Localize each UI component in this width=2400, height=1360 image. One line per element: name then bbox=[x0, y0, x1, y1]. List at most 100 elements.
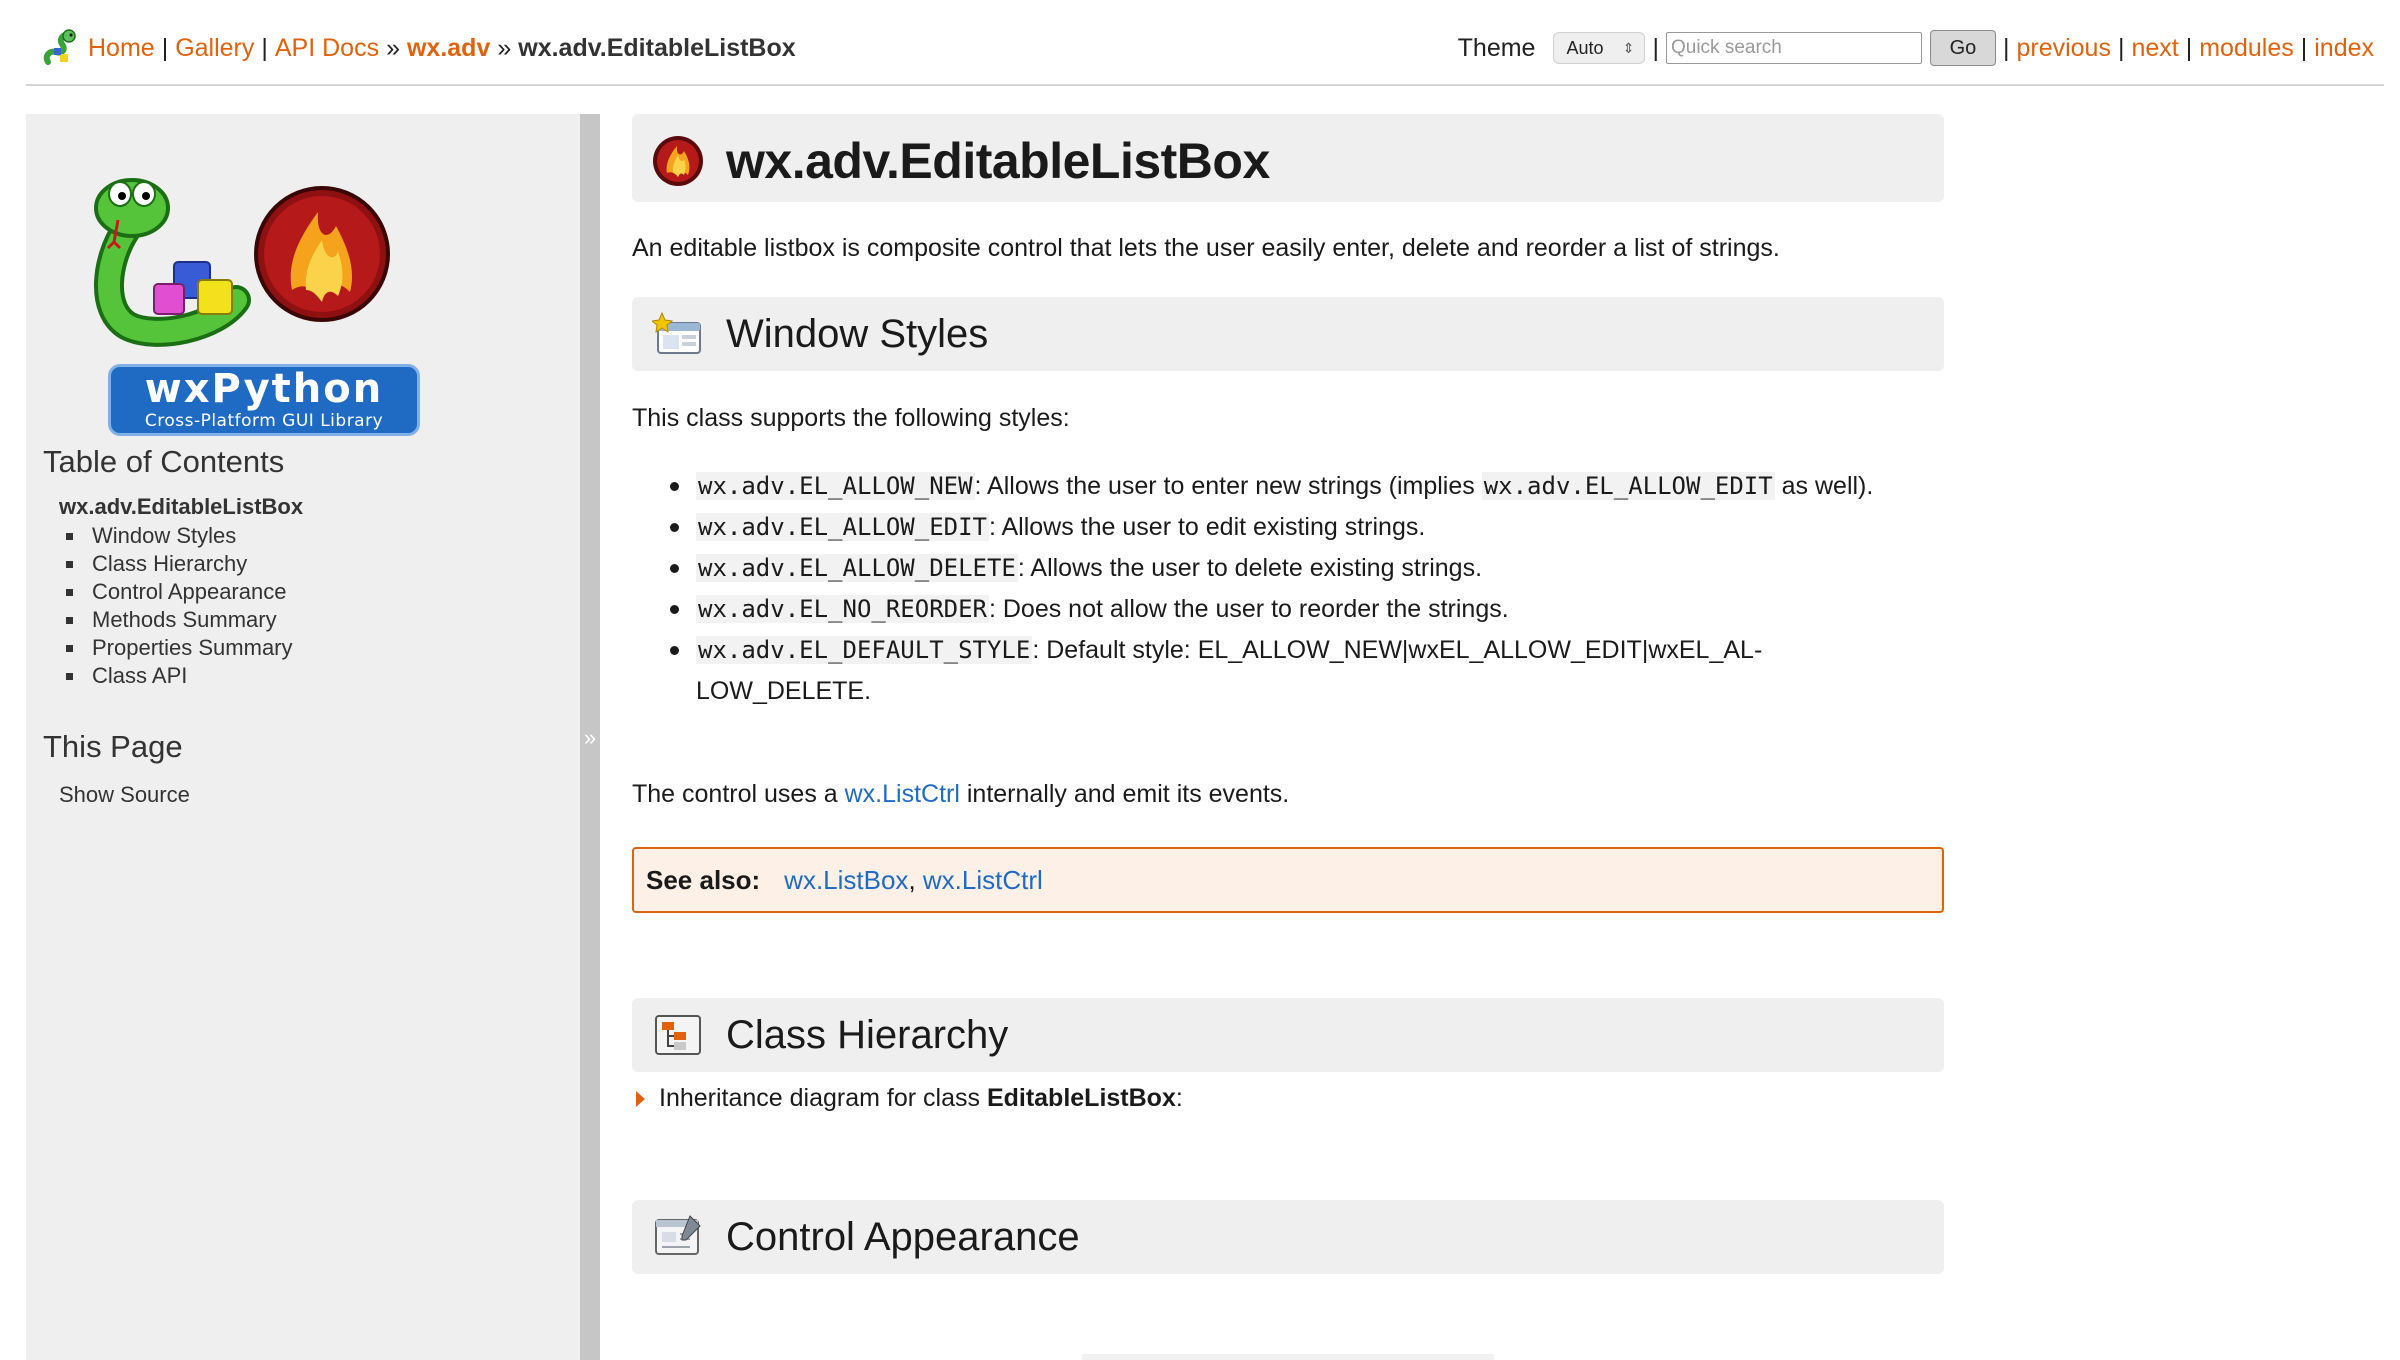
style-item: wx.adv.EL_ALLOW_EDIT: Allows the user to… bbox=[670, 507, 1910, 548]
bullet-icon bbox=[66, 672, 73, 680]
window-styles-icon bbox=[652, 311, 701, 354]
class-hierarchy-icon bbox=[655, 1015, 701, 1055]
wxpython-logo[interactable]: wxPython Cross-Platform GUI Library bbox=[66, 150, 420, 436]
breadcrumb-separator: » bbox=[386, 33, 400, 62]
toc-item-label: Window Styles bbox=[92, 523, 237, 548]
page-title-box: wx.adv.EditableListBox bbox=[632, 114, 1944, 202]
style-desc: : Allows the user to delete existing str… bbox=[1017, 554, 1483, 582]
wxpython-logo-badge: wxPython Cross-Platform GUI Library bbox=[108, 364, 420, 436]
theme-select-value: Auto bbox=[1566, 37, 1604, 58]
style-item: wx.adv.EL_NO_REORDER: Does not allow the… bbox=[670, 589, 1910, 630]
wxpython-snake-icon[interactable] bbox=[40, 28, 80, 68]
nav-separator: | bbox=[2300, 33, 2308, 62]
see-also-label: See also: bbox=[646, 864, 761, 895]
toc-item-class-api[interactable]: Class API bbox=[66, 662, 293, 690]
breadcrumb-separator: | bbox=[161, 33, 169, 62]
style-desc: : Does not allow the user to reorder the… bbox=[988, 595, 1509, 623]
logo-name: wxPython bbox=[144, 366, 384, 412]
see-also-box: See also: wx.ListBox, wx.ListCtrl bbox=[632, 847, 1944, 913]
select-updown-icon: ⇕ bbox=[1622, 39, 1635, 56]
wxpython-logo-art-icon bbox=[94, 178, 390, 347]
bullet-icon bbox=[66, 616, 73, 624]
section-class-hierarchy-header: Class Hierarchy bbox=[632, 998, 1944, 1072]
style-item: wx.adv.EL_DEFAULT_STYLE: Default style: … bbox=[670, 630, 1910, 712]
style-code: wx.adv.EL_NO_REORDER bbox=[696, 595, 989, 623]
toc-item-label: Methods Summary bbox=[92, 607, 277, 632]
top-navigation-bar: Home | Gallery | API Docs » wx.adv » wx.… bbox=[26, 0, 2384, 86]
section-heading: Window Styles bbox=[726, 312, 989, 356]
sidebar-collapse-handle[interactable]: » bbox=[580, 114, 600, 1360]
toc-item-methods-summary[interactable]: Methods Summary bbox=[66, 606, 293, 634]
bullet-icon bbox=[66, 588, 73, 596]
toc-item-window-styles[interactable]: Window Styles bbox=[66, 522, 293, 550]
this-page-heading: This Page bbox=[43, 729, 183, 764]
section-window-styles-header: Window Styles bbox=[632, 297, 1944, 371]
listctrl-link[interactable]: wx.ListCtrl bbox=[845, 780, 960, 808]
inheritance-diagram-toggle[interactable]: Inheritance diagram for class EditableLi… bbox=[636, 1084, 1183, 1113]
style-item: wx.adv.EL_ALLOW_DELETE: Allows the user … bbox=[670, 548, 1910, 589]
style-code: wx.adv.EL_ALLOW_EDIT bbox=[1481, 472, 1775, 500]
breadcrumb-separator: | bbox=[261, 33, 268, 62]
section-heading: Control Appearance bbox=[726, 1215, 1080, 1259]
nav-separator: | bbox=[2117, 33, 2125, 62]
quick-search-input[interactable] bbox=[1665, 32, 1922, 64]
toc-item-label: Class API bbox=[92, 663, 188, 688]
theme-label: Theme bbox=[1457, 33, 1536, 62]
nav-separator: | bbox=[2002, 33, 2010, 62]
toc-heading: Table of Contents bbox=[43, 444, 285, 479]
nav-separator: | bbox=[2185, 33, 2193, 62]
breadcrumb-home-link[interactable]: Home bbox=[88, 34, 155, 63]
inheritance-text: : bbox=[1175, 1084, 1183, 1112]
control-appearance-screenshot bbox=[1082, 1354, 1494, 1360]
section-heading: Class Hierarchy bbox=[726, 1013, 1009, 1057]
breadcrumb-module-link[interactable]: wx.adv bbox=[407, 34, 490, 63]
top-right-controls: Theme Auto ⇕ | Go | previous | next | mo… bbox=[1458, 28, 2374, 68]
inheritance-class-name: EditableListBox bbox=[986, 1084, 1176, 1112]
index-link[interactable]: index bbox=[2314, 34, 2374, 63]
see-also-comma: , bbox=[908, 864, 916, 895]
toc-item-label: Class Hierarchy bbox=[92, 551, 248, 576]
breadcrumb-separator: » bbox=[497, 33, 512, 62]
breadcrumb-current: wx.adv.EditableListBox bbox=[518, 33, 796, 62]
style-desc: : Allows the user to edit existing strin… bbox=[988, 513, 1426, 541]
style-desc: as well). bbox=[1774, 472, 1874, 500]
section-control-appearance-header: Control Appearance bbox=[632, 1200, 1944, 1274]
toc-list: Window Styles Class Hierarchy Control Ap… bbox=[66, 522, 293, 690]
page-title: wx.adv.EditableListBox bbox=[726, 133, 1270, 189]
style-code: wx.adv.EL_ALLOW_EDIT bbox=[696, 513, 989, 541]
breadcrumb-gallery-link[interactable]: Gallery bbox=[175, 34, 254, 63]
modules-link[interactable]: modules bbox=[2199, 34, 2294, 63]
bullet-icon bbox=[66, 560, 73, 568]
bullet-icon bbox=[66, 532, 73, 540]
control-uses-paragraph: The control uses a wx.ListCtrl internall… bbox=[632, 780, 1289, 809]
see-also-listctrl-link[interactable]: wx.ListCtrl bbox=[923, 865, 1043, 896]
breadcrumb-api-docs-link[interactable]: API Docs bbox=[275, 34, 379, 63]
previous-link[interactable]: previous bbox=[2016, 34, 2111, 63]
toc-item-control-appearance[interactable]: Control Appearance bbox=[66, 578, 293, 606]
toc-item-label: Control Appearance bbox=[92, 579, 287, 604]
style-code: wx.adv.EL_ALLOW_NEW bbox=[696, 472, 975, 500]
breadcrumb: Home | Gallery | API Docs » wx.adv » wx.… bbox=[40, 28, 796, 68]
control-appearance-icon bbox=[655, 1215, 701, 1255]
style-code: wx.adv.EL_ALLOW_DELETE bbox=[696, 554, 1018, 582]
logo-tagline: Cross-Platform GUI Library bbox=[144, 411, 384, 431]
style-item: wx.adv.EL_ALLOW_NEW: Allows the user to … bbox=[670, 466, 1910, 507]
style-desc: : Allows the user to enter new strings (… bbox=[974, 472, 1482, 500]
styles-intro: This class supports the following styles… bbox=[632, 404, 1070, 432]
see-also-listbox-link[interactable]: wx.ListBox bbox=[784, 865, 908, 896]
next-link[interactable]: next bbox=[2131, 34, 2178, 63]
sidebar: wxPython Cross-Platform GUI Library Tabl… bbox=[26, 114, 580, 1360]
style-code: wx.adv.EL_DEFAULT_STYLE bbox=[696, 636, 1033, 664]
search-go-button[interactable]: Go bbox=[1929, 30, 1996, 66]
phoenix-icon bbox=[653, 136, 703, 186]
show-source-link[interactable]: Show Source bbox=[59, 782, 190, 808]
bullet-icon bbox=[66, 644, 73, 652]
paragraph-text: The control uses a bbox=[632, 780, 845, 808]
toc-item-properties-summary[interactable]: Properties Summary bbox=[66, 634, 293, 662]
theme-select[interactable]: Auto ⇕ bbox=[1553, 32, 1646, 64]
toc-item-class-hierarchy[interactable]: Class Hierarchy bbox=[66, 550, 293, 578]
double-chevron-right-icon: » bbox=[583, 725, 597, 750]
nav-separator: | bbox=[1652, 33, 1659, 62]
paragraph-text: internally and emit its events. bbox=[959, 780, 1290, 808]
toc-root-link[interactable]: wx.adv.EditableListBox bbox=[59, 494, 303, 520]
